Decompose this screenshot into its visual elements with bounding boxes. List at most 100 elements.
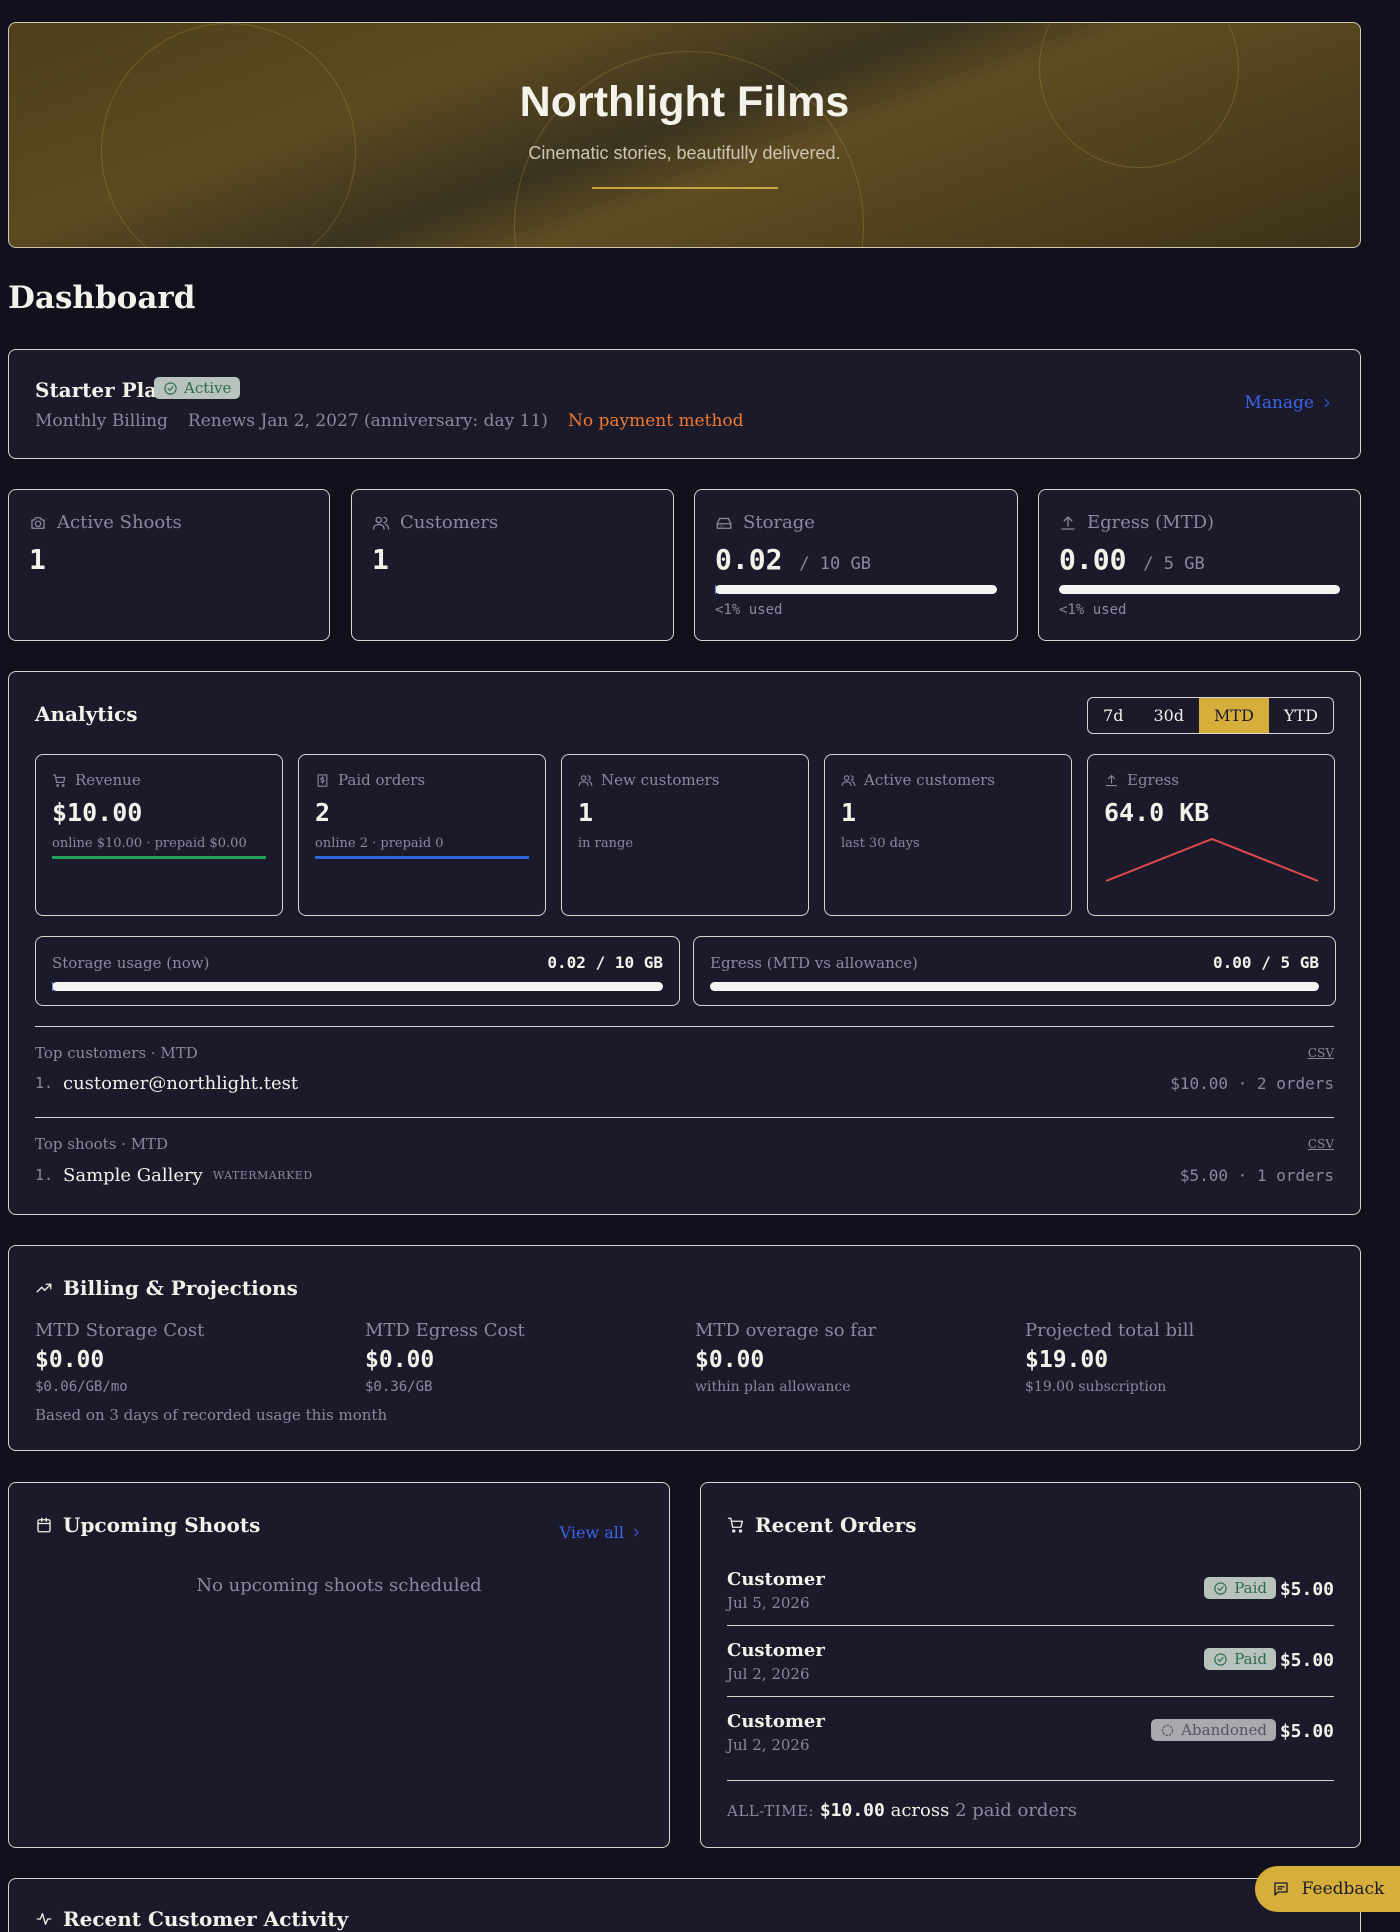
plan-name: Starter Plan [35, 378, 172, 402]
stat-card-storage[interactable]: Storage 0.02 / 10 GB <1% used [694, 489, 1018, 641]
studio-name: Northlight Films [519, 78, 850, 126]
stat-card-egress[interactable]: Egress (MTD) 0.00 / 5 GB <1% used [1038, 489, 1361, 641]
stat-value: 1 [29, 543, 46, 576]
users-icon [578, 774, 593, 786]
storage-usage-fill [52, 982, 54, 991]
cart-icon [727, 1517, 744, 1533]
kpi-sub: online $10.00 · prepaid $0.00 [52, 836, 247, 851]
egress-note: <1% used [1059, 602, 1127, 618]
view-all-shoots-link[interactable]: View all [560, 1523, 643, 1542]
analytics-card: Analytics 7d 30d MTD YTD Revenue $10.00 … [8, 671, 1361, 1215]
order-date: Jul 2, 2026 [727, 1665, 810, 1683]
top-customer-row[interactable]: 1. customer@northlight.test $10.00 · 2 o… [35, 1070, 1334, 1096]
kpi-label: New customers [601, 771, 720, 789]
billing-egress-cost: MTD Egress Cost $0.00 $0.36/GB [365, 1320, 665, 1395]
kpi-new-customers[interactable]: New customers 1 in range [561, 754, 809, 916]
payment-warning[interactable]: No payment method [568, 411, 744, 431]
calendar-icon [37, 1517, 51, 1533]
activity-icon [36, 1913, 52, 1925]
order-row[interactable]: Customer Jul 2, 2026 Paid $5.00 [727, 1640, 1334, 1697]
kpi-value: $10.00 [52, 798, 143, 827]
divider [727, 1780, 1334, 1781]
range-option-mtd[interactable]: MTD [1199, 698, 1269, 733]
alltime-count: 2 paid orders [955, 1800, 1077, 1821]
cart-icon [52, 773, 66, 787]
upload-icon [1105, 774, 1118, 786]
billing-sub: $0.36/GB [365, 1379, 433, 1395]
stat-label-row: Active Shoots [29, 512, 182, 533]
studio-tagline: Cinematic stories, beautifully delivered… [528, 143, 841, 163]
alltime-across: across [890, 1800, 950, 1821]
shoot-summary: $5.00 · 1 orders [1179, 1165, 1334, 1185]
stat-label-row: Customers [372, 512, 498, 533]
recent-activity-card: Recent Customer Activity [8, 1878, 1361, 1932]
renewal-date: Renews Jan 2, 2027 (anniversary: day 11) [187, 411, 548, 431]
users-icon [841, 774, 856, 786]
egress-progress-bar [1059, 585, 1340, 594]
billing-sub: within plan allowance [695, 1379, 851, 1395]
manage-plan-link[interactable]: Manage [1244, 393, 1334, 413]
upload-icon [1061, 515, 1075, 530]
billing-label: MTD overage so far [695, 1320, 877, 1341]
top-shoot-row[interactable]: 1. Sample Gallery WATERMARKED $5.00 · 1 … [35, 1162, 1334, 1188]
billing-projected-total: Projected total bill $19.00 $19.00 subsc… [1025, 1320, 1325, 1395]
billing-title-row: Billing & Projections [35, 1276, 298, 1300]
activity-title: Recent Customer Activity [63, 1907, 349, 1931]
rank: 1. [35, 1074, 54, 1092]
order-amount: $5.00 [1279, 1579, 1334, 1600]
stat-card-active-shoots[interactable]: Active Shoots 1 [8, 489, 330, 641]
stat-label: Active Shoots [57, 512, 182, 533]
billing-label: MTD Storage Cost [35, 1320, 205, 1341]
egress-usage-bar [710, 982, 1319, 991]
kpi-egress[interactable]: Egress 64.0 KB [1087, 754, 1335, 916]
stat-card-customers[interactable]: Customers 1 [351, 489, 674, 641]
egress-unit: / 5 GB [1143, 554, 1205, 574]
order-amount: $5.00 [1279, 1721, 1334, 1742]
message-square-icon [1273, 1882, 1288, 1896]
billing-label: Projected total bill [1025, 1320, 1195, 1341]
plan-status-badge: Active [154, 377, 241, 399]
range-option-ytd[interactable]: YTD [1269, 698, 1333, 733]
kpi-sub: online 2 · prepaid 0 [315, 836, 444, 851]
stat-value: 0.00 / 5 GB [1059, 543, 1205, 576]
order-customer: Customer [727, 1569, 825, 1590]
order-customer: Customer [727, 1711, 825, 1732]
egress-usage-amount: 0.00 / 5 GB [1213, 953, 1319, 972]
billing-sub: $0.06/GB/mo [35, 1379, 128, 1395]
billing-sub: $19.00 subscription [1025, 1379, 1167, 1395]
shoots-title: Upcoming Shoots [63, 1513, 261, 1537]
trending-up-icon [36, 1283, 52, 1293]
range-option-30d[interactable]: 30d [1138, 698, 1199, 733]
analytics-title: Analytics [35, 702, 138, 726]
divider [35, 1026, 1334, 1027]
kpi-label-row: Active customers [841, 771, 995, 789]
feedback-button[interactable]: Feedback [1255, 1866, 1400, 1912]
storage-usage-panel: Storage usage (now) 0.02 / 10 GB [35, 936, 680, 1006]
stat-value: 1 [372, 543, 389, 576]
order-row[interactable]: Customer Jul 5, 2026 Paid $5.00 [727, 1569, 1334, 1626]
plan-status-label: Active [184, 379, 232, 397]
kpi-sub: last 30 days [841, 836, 920, 851]
top-shoots-csv-link[interactable]: CSV [1308, 1137, 1334, 1151]
check-circle-icon [164, 381, 177, 395]
kpi-revenue[interactable]: Revenue $10.00 online $10.00 · prepaid $… [35, 754, 283, 916]
order-row[interactable]: Customer Jul 2, 2026 Abandoned $5.00 [727, 1711, 1334, 1767]
range-option-7d[interactable]: 7d [1088, 698, 1138, 733]
top-shoots-header: Top shoots · MTD [35, 1135, 169, 1153]
kpi-sub: in range [578, 836, 634, 851]
feedback-label: Feedback [1301, 1879, 1385, 1899]
kpi-label: Paid orders [338, 771, 426, 789]
stat-value: 0.02 / 10 GB [715, 543, 871, 576]
shoots-title-row: Upcoming Shoots [35, 1513, 260, 1537]
dashed-circle-icon [1162, 1724, 1174, 1736]
kpi-paid-orders[interactable]: Paid orders 2 online 2 · prepaid 0 [298, 754, 546, 916]
order-status: Paid [1234, 1650, 1267, 1668]
top-customers-header: Top customers · MTD [35, 1044, 198, 1062]
top-customers-csv-link[interactable]: CSV [1308, 1046, 1334, 1060]
kpi-active-customers[interactable]: Active customers 1 last 30 days [824, 754, 1072, 916]
kpi-label-row: Paid orders [315, 771, 425, 789]
storage-progress-fill [715, 585, 716, 594]
hero-decor-circle [101, 23, 356, 247]
kpi-label: Egress [1127, 771, 1179, 789]
plan-meta: Monthly Billing Renews Jan 2, 2027 (anni… [35, 411, 744, 431]
